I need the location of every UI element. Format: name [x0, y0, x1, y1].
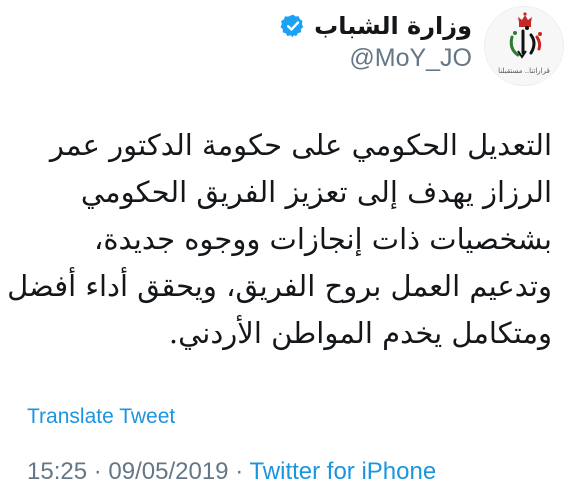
tweet-line: التعديل الحكومي على حكومة الدكتور عمر	[49, 128, 552, 162]
account-handle[interactable]: @MoY_JO	[280, 44, 472, 73]
tweet-text: التعديل الحكومي على حكومة الدكتور عمر ال…	[7, 122, 552, 357]
tweet-line: بشخصيات ذات إنجازات ووجوه جديدة،	[94, 222, 552, 256]
account-names: وزارة الشباب @MoY_JO	[280, 12, 472, 73]
display-name-row[interactable]: وزارة الشباب	[280, 12, 472, 40]
translate-tweet-link[interactable]: Translate Tweet	[27, 405, 175, 429]
avatar[interactable]: قراراتنا.. مستقبلنا	[484, 6, 564, 86]
meta-separator: ·	[235, 458, 244, 485]
avatar-caption: قراراتنا.. مستقبلنا	[498, 67, 550, 75]
tweet-header: وزارة الشباب @MoY_JO قراراتنا.. مستقبلنا	[84, 6, 564, 86]
tweet-line: الرزاز يهدف إلى تعزيز الفريق الحكومي	[80, 175, 552, 209]
tweet-source-link[interactable]: Twitter for iPhone	[249, 458, 436, 485]
tweet-line: ومتكامل يخدم المواطن الأردني.	[168, 316, 552, 350]
display-name[interactable]: وزارة الشباب	[314, 12, 472, 40]
tweet-metadata: 15:25 · 09/05/2019 · Twitter for iPhone	[27, 458, 436, 486]
verified-badge-icon	[280, 14, 304, 38]
tweet-time[interactable]: 15:25	[27, 458, 87, 485]
tweet-line: وتدعيم العمل بروح الفريق، ويحقق أداء أفض…	[7, 269, 552, 303]
meta-separator: ·	[93, 458, 102, 485]
tweet-date[interactable]: 09/05/2019	[108, 458, 228, 485]
tweet-card: وزارة الشباب @MoY_JO قراراتنا.. مستقبلنا…	[0, 0, 582, 500]
